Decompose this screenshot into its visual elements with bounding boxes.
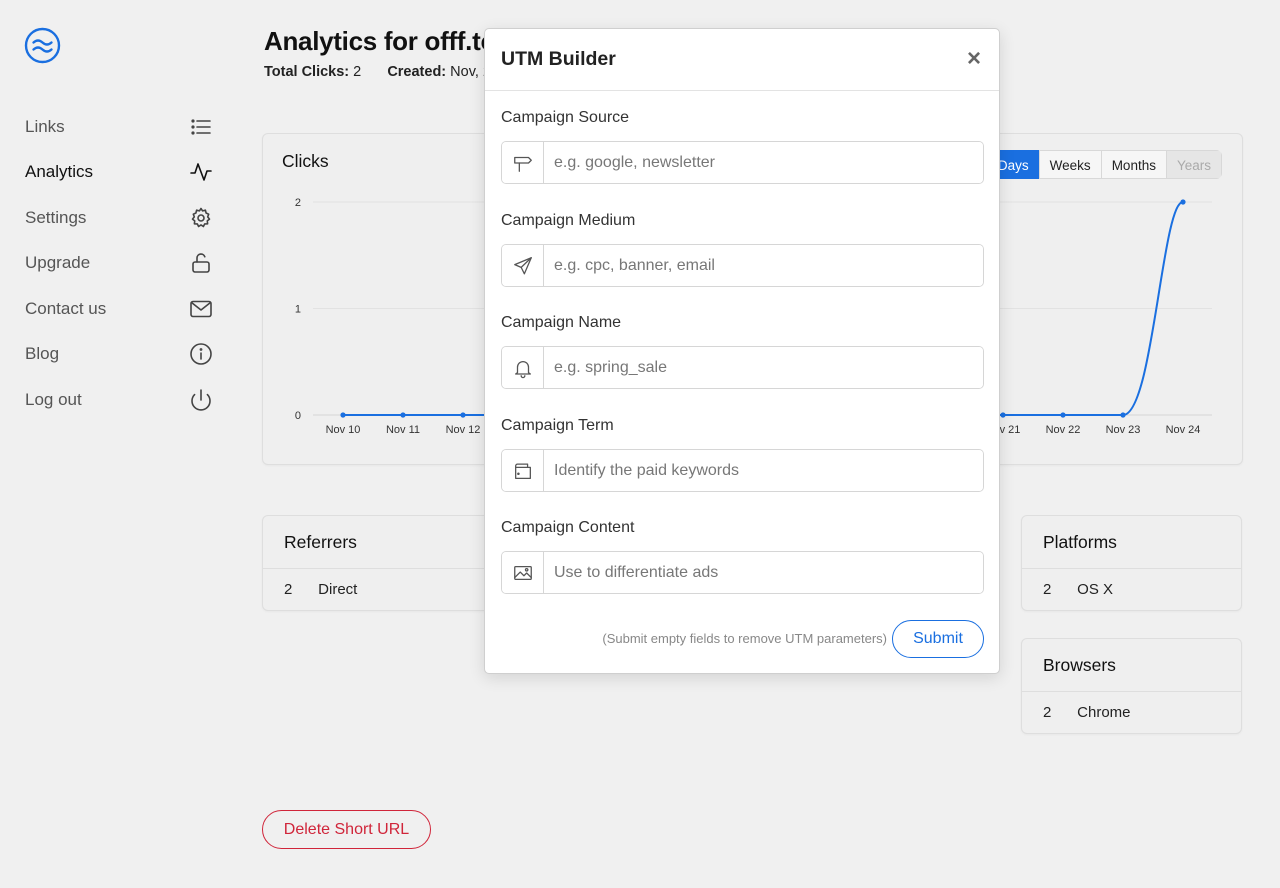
- y-tick-label: 1: [295, 304, 301, 316]
- utm-builder-modal: UTM Builder × Campaign Source Campaign M…: [484, 28, 1000, 674]
- campaign-medium-field: Campaign Medium: [501, 212, 984, 287]
- sidebar-item-label: Settings: [25, 207, 87, 227]
- gear-icon: [189, 206, 213, 230]
- data-point: [1180, 199, 1186, 205]
- referrer-name: Direct: [318, 581, 358, 598]
- sidebar-item-label: Links: [25, 116, 65, 136]
- campaign-medium-label: Campaign Medium: [501, 212, 636, 229]
- browsers-title: Browsers: [1022, 639, 1241, 692]
- link-meta: Total Clicks: 2 Created: Nov, 24: [264, 64, 499, 80]
- x-tick-label: Nov 23: [1106, 424, 1141, 436]
- range-months-button[interactable]: Months: [1100, 150, 1167, 179]
- sidebar-item-contact[interactable]: Contact us: [25, 286, 215, 332]
- campaign-content-input[interactable]: [544, 552, 983, 593]
- browsers-card: Browsers 2 Chrome: [1021, 638, 1242, 734]
- x-tick-label: Nov 12: [446, 424, 481, 436]
- image-icon: [502, 552, 544, 593]
- page-title: Analytics for offf.to: [264, 26, 497, 56]
- x-tick-label: Nov 22: [1046, 424, 1081, 436]
- clicks-title: Clicks: [282, 151, 329, 171]
- campaign-content-field: Campaign Content: [501, 519, 984, 594]
- referrer-count: 2: [284, 581, 293, 598]
- campaign-term-field: Campaign Term: [501, 417, 984, 492]
- utm-footnote: (Submit empty fields to remove UTM param…: [602, 631, 887, 646]
- bell-icon: [502, 347, 544, 388]
- sidebar-item-label: Blog: [25, 344, 60, 364]
- signpost-icon: [502, 142, 544, 183]
- list-icon: [189, 115, 213, 139]
- total-clicks-value: 2: [353, 64, 362, 80]
- sidebar-nav: Links Analytics Settings Upgrade Contact…: [25, 104, 215, 423]
- campaign-medium-input[interactable]: [544, 245, 983, 286]
- y-tick-label: 2: [295, 197, 301, 209]
- unlock-icon: [189, 251, 213, 275]
- campaign-term-label: Campaign Term: [501, 417, 614, 434]
- waves-logo-icon[interactable]: [24, 27, 61, 64]
- data-point: [460, 412, 466, 418]
- range-toggle: Days Weeks Months Years: [987, 150, 1222, 179]
- campaign-content-label: Campaign Content: [501, 519, 635, 536]
- list-item: 2 Direct: [263, 569, 501, 611]
- submit-button[interactable]: Submit: [892, 620, 984, 658]
- wallet-icon: [502, 450, 544, 491]
- platforms-card: Platforms 2 OS X: [1021, 515, 1242, 611]
- sidebar-item-logout[interactable]: Log out: [25, 377, 215, 423]
- info-icon: [189, 342, 213, 366]
- modal-header: UTM Builder ×: [485, 29, 999, 91]
- send-icon: [502, 245, 544, 286]
- data-point: [1060, 412, 1066, 418]
- list-item: 2 OS X: [1022, 569, 1241, 611]
- sidebar-item-links[interactable]: Links: [25, 104, 215, 150]
- referrers-card: Referrers 2 Direct: [262, 515, 502, 611]
- total-clicks-label: Total Clicks:: [264, 64, 350, 80]
- x-tick-label: Nov 10: [326, 424, 361, 436]
- campaign-source-label: Campaign Source: [501, 109, 630, 126]
- referrers-title: Referrers: [263, 516, 501, 569]
- power-icon: [189, 388, 213, 412]
- sidebar-item-blog[interactable]: Blog: [25, 332, 215, 378]
- campaign-name-label: Campaign Name: [501, 314, 622, 331]
- x-tick-label: Nov 24: [1166, 424, 1201, 436]
- sidebar-item-label: Contact us: [25, 298, 107, 318]
- created-label: Created:: [387, 64, 447, 80]
- close-icon[interactable]: ×: [965, 47, 983, 71]
- y-tick-label: 0: [295, 410, 301, 422]
- platform-count: 2: [1043, 581, 1052, 598]
- sidebar-item-settings[interactable]: Settings: [25, 195, 215, 241]
- sidebar-item-label: Log out: [25, 389, 82, 409]
- platforms-title: Platforms: [1022, 516, 1241, 569]
- campaign-source-input[interactable]: [544, 142, 983, 183]
- activity-icon: [189, 160, 213, 184]
- delete-short-url-button[interactable]: Delete Short URL: [262, 810, 431, 849]
- range-years-button: Years: [1165, 150, 1222, 179]
- data-point: [1120, 412, 1126, 418]
- browser-name: Chrome: [1077, 704, 1131, 721]
- campaign-source-field: Campaign Source: [501, 109, 984, 184]
- data-point: [340, 412, 346, 418]
- campaign-name-input[interactable]: [544, 347, 983, 388]
- browser-count: 2: [1043, 704, 1052, 721]
- sidebar-item-analytics[interactable]: Analytics: [25, 150, 215, 196]
- campaign-name-field: Campaign Name: [501, 314, 984, 389]
- range-weeks-button[interactable]: Weeks: [1038, 150, 1102, 179]
- list-item: 2 Chrome: [1022, 692, 1241, 734]
- modal-title: UTM Builder: [501, 48, 616, 70]
- campaign-term-input[interactable]: [544, 450, 983, 491]
- sidebar-item-upgrade[interactable]: Upgrade: [25, 241, 215, 287]
- sidebar-item-label: Analytics: [25, 162, 94, 182]
- platform-name: OS X: [1077, 581, 1114, 598]
- data-point: [400, 412, 406, 418]
- sidebar-item-label: Upgrade: [25, 253, 91, 273]
- x-tick-label: Nov 11: [386, 424, 420, 436]
- mail-icon: [189, 297, 213, 321]
- data-point: [1000, 412, 1006, 418]
